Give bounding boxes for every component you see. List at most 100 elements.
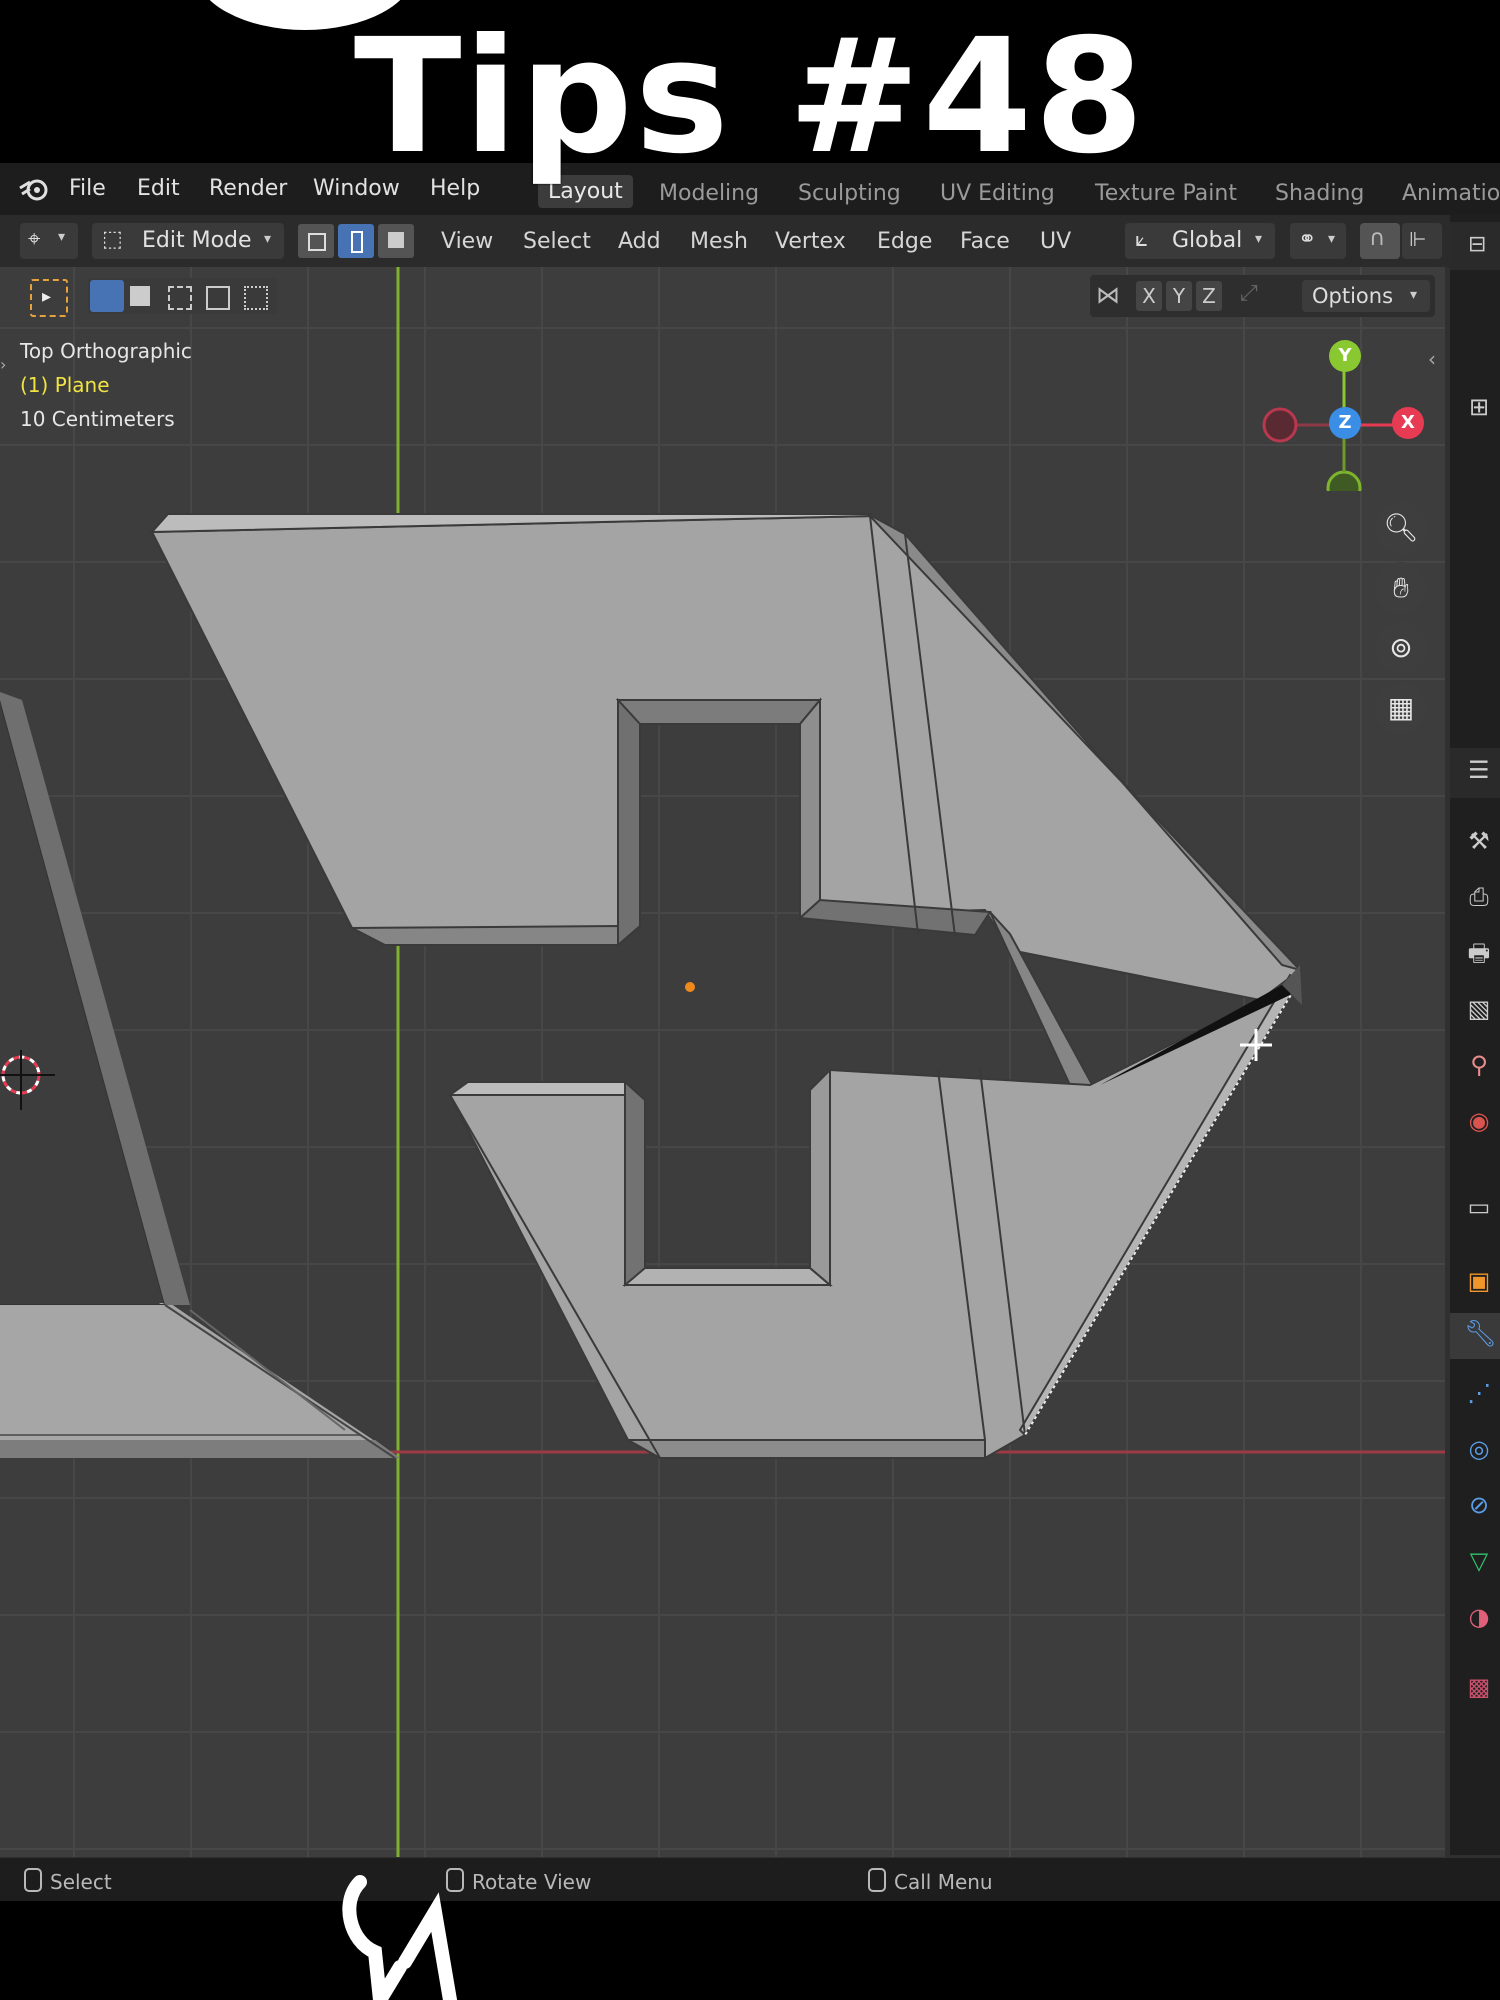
particles-icon[interactable]: ⋰: [1464, 1378, 1494, 1408]
mesh-canvas[interactable]: [0, 267, 1445, 1857]
pan-button[interactable]: ✋︎: [1375, 562, 1427, 614]
hand-icon: ✋︎: [1393, 571, 1409, 604]
mode-label: Edit Mode: [142, 228, 252, 253]
menu-mesh[interactable]: Mesh: [690, 229, 748, 254]
edge-select-icon: [351, 231, 363, 253]
editor-type-icon: ⌖: [28, 227, 41, 252]
gizmo-z[interactable]: Z: [1329, 407, 1361, 439]
texture-icon[interactable]: ▩: [1464, 1672, 1494, 1702]
chevron-down-icon: ▾: [1410, 287, 1418, 303]
mirror-z-button[interactable]: Z: [1196, 281, 1222, 311]
viewport-info: Top Orthographic (1) Plane 10 Centimeter…: [20, 339, 192, 431]
gizmo-neg-x: [1262, 407, 1298, 443]
mirror-x-button[interactable]: X: [1136, 281, 1162, 311]
mode-selector[interactable]: ⬚ Edit Mode ▾: [92, 223, 284, 259]
arrow-upper-part: [149, 513, 1304, 1092]
status-rotate-label: Rotate View: [472, 1870, 592, 1894]
properties-editor-icon[interactable]: ☰: [1468, 756, 1490, 784]
status-bar: [0, 1858, 1500, 1901]
menu-render[interactable]: Render: [209, 176, 287, 201]
tool-icon[interactable]: ⚒: [1464, 826, 1494, 856]
grid-scale: 10 Centimeters: [20, 407, 175, 431]
overlay-title: Tips #48: [353, 5, 1147, 189]
select-tool-button[interactable]: ▸: [30, 279, 68, 317]
orientation-selector[interactable]: ⟀ Global ▾: [1125, 223, 1275, 259]
select-intersect-icon[interactable]: [244, 286, 268, 310]
chevron-down-icon: ▾: [1328, 231, 1336, 247]
scene-icon[interactable]: ⚲: [1464, 1050, 1494, 1080]
chevron-down-icon: ▾: [58, 229, 66, 245]
snap-target[interactable]: ⊩: [1402, 223, 1442, 259]
menu-view[interactable]: View: [441, 229, 493, 254]
select-subtract-icon[interactable]: [168, 286, 192, 310]
tab-animation[interactable]: Animation: [1402, 181, 1500, 206]
tab-shading[interactable]: Shading: [1275, 181, 1364, 206]
status-select-label: Select: [50, 1870, 112, 1894]
topology-mirror-icon[interactable]: ⤢: [1240, 281, 1270, 311]
modifier-tab-active[interactable]: 🔧︎: [1450, 1313, 1500, 1359]
menu-uv[interactable]: UV: [1040, 229, 1071, 254]
pivot-icon: ⚭: [1298, 227, 1317, 252]
select-new-icon[interactable]: [90, 280, 124, 312]
menu-vertex[interactable]: Vertex: [775, 229, 846, 254]
snap-increment-icon: ⊩: [1409, 227, 1427, 251]
sidebar-expand-icon[interactable]: ‹: [1428, 347, 1436, 371]
zoom-button[interactable]: 🔍︎: [1375, 502, 1427, 554]
options-label: Options: [1312, 284, 1394, 308]
select-invert-icon[interactable]: [206, 286, 230, 310]
gizmo-y[interactable]: Y: [1329, 340, 1361, 372]
data-icon[interactable]: ▽: [1464, 1546, 1494, 1576]
hand-drawn-mark: [342, 1875, 457, 2000]
object-icon[interactable]: ▣: [1464, 1266, 1494, 1296]
physics-icon[interactable]: ◎: [1464, 1434, 1494, 1464]
properties-header: ☰: [1450, 748, 1500, 798]
menu-edge[interactable]: Edge: [877, 229, 932, 254]
material-icon[interactable]: ◑: [1464, 1602, 1494, 1632]
menu-file[interactable]: File: [69, 176, 106, 201]
collection-props-icon[interactable]: ▭: [1464, 1192, 1494, 1222]
mirror-y-button[interactable]: Y: [1166, 281, 1192, 311]
camera-icon: ⊚: [1389, 631, 1413, 664]
edge-select-button[interactable]: [338, 224, 374, 258]
selection-mode-group: [88, 278, 278, 314]
snap-toggle[interactable]: ∩: [1360, 223, 1400, 259]
transform-orientation-icon: ⟀: [1135, 227, 1149, 252]
status-menu-label: Call Menu: [894, 1870, 993, 1894]
3d-viewport[interactable]: Top Orthographic (1) Plane 10 Centimeter…: [0, 267, 1445, 1857]
mirror-options-bar: ⋈ X Y Z ⤢ Options ▾: [1090, 275, 1435, 317]
menu-add[interactable]: Add: [618, 229, 661, 254]
output-icon[interactable]: 🖶︎: [1464, 938, 1494, 968]
perspective-toggle-button[interactable]: ▦: [1375, 682, 1427, 734]
object-origin-dot: [685, 982, 695, 992]
menu-face[interactable]: Face: [960, 229, 1010, 254]
mirror-icon: ⋈: [1096, 281, 1120, 309]
grid-icon: ▦: [1387, 691, 1415, 724]
camera-view-button[interactable]: ⊚: [1375, 622, 1427, 674]
collection-icon[interactable]: ⊞: [1464, 392, 1494, 422]
select-extend-icon[interactable]: [130, 286, 150, 306]
status-menu: Call Menu: [868, 1868, 993, 1894]
menu-edit[interactable]: Edit: [137, 176, 180, 201]
zoom-icon: 🔍︎: [1383, 511, 1419, 544]
wrench-icon: 🔧︎: [1464, 1319, 1498, 1349]
gizmo-neg-y: [1326, 470, 1362, 491]
object-name: (1) Plane: [20, 373, 110, 397]
blender-logo-icon[interactable]: [18, 174, 52, 204]
view-layer-icon[interactable]: ▧: [1464, 994, 1494, 1024]
gizmo-x[interactable]: X: [1392, 407, 1424, 439]
outliner-icon[interactable]: ⊟: [1468, 232, 1486, 257]
mouse-right-icon: [868, 1868, 886, 1892]
face-select-button[interactable]: [378, 224, 414, 258]
magnet-icon: ∩: [1369, 226, 1386, 251]
options-dropdown[interactable]: Options ▾: [1302, 280, 1430, 312]
toolbar-expand-icon[interactable]: ›: [0, 355, 6, 374]
face-select-icon: [388, 232, 404, 248]
pivot-selector[interactable]: ⚭ ▾: [1290, 223, 1346, 259]
cursor-arrow-icon: ▸: [42, 286, 52, 307]
render-icon[interactable]: ⎙: [1464, 882, 1494, 912]
editor-type-button[interactable]: ⌖ ▾: [20, 223, 78, 259]
constraints-icon[interactable]: ⊘: [1464, 1490, 1494, 1520]
vertex-select-button[interactable]: [298, 224, 334, 258]
world-icon[interactable]: ◉: [1464, 1106, 1494, 1136]
menu-select[interactable]: Select: [523, 229, 591, 254]
